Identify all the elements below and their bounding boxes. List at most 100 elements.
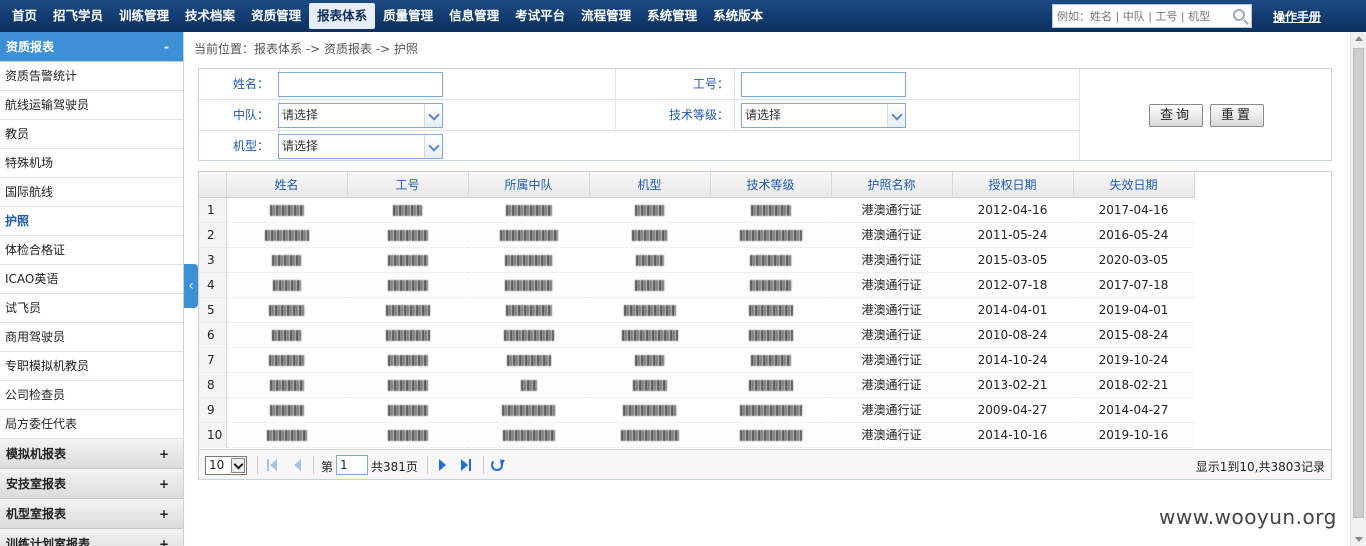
sidebar-collapse-handle[interactable]: ‹ [184, 264, 198, 308]
sidebar-section[interactable]: 模拟机报表 + [0, 439, 183, 469]
sidebar-item[interactable]: 专职模拟机教员 [0, 352, 183, 381]
sidebar-item[interactable]: 护照 [0, 207, 183, 236]
redacted-cell [589, 272, 710, 298]
search-icon[interactable] [1233, 9, 1245, 21]
next-page-icon[interactable] [437, 459, 449, 471]
column-header[interactable]: 所属中队 [468, 172, 590, 198]
column-header[interactable]: 授权日期 [952, 172, 1074, 198]
sidebar-section-qualification[interactable]: 资质报表 - [0, 32, 183, 62]
redaction-mark [635, 254, 664, 266]
nav-item[interactable]: 流程管理 [573, 3, 639, 29]
last-page-icon[interactable] [461, 459, 473, 471]
sidebar-item[interactable]: 航线运输驾驶员 [0, 91, 183, 120]
column-header[interactable]: 技术等级 [710, 172, 832, 198]
query-button[interactable]: 查询 [1149, 104, 1204, 127]
manual-link[interactable]: 操作手册 [1273, 8, 1321, 25]
column-header[interactable]: 姓名 [226, 172, 348, 198]
passport-table: 姓名 工号 所属中队 机型 技术等级 护照名称 授权日期 失效日期 1 港澳通行证 2012-04… [199, 172, 1195, 448]
scroll-down-icon[interactable] [1355, 537, 1363, 542]
sidebar-item[interactable]: 公司检查员 [0, 381, 183, 410]
chevron-down-icon[interactable] [424, 135, 442, 158]
table-row[interactable]: 5 港澳通行证 2014-04-01 2019-04-01 [199, 297, 1194, 323]
row-number: 10 [199, 422, 227, 448]
table-row[interactable]: 10 港澳通行证 2014-10-16 2019-10-16 [199, 422, 1194, 448]
nav-item[interactable]: 资质管理 [243, 3, 309, 29]
column-header[interactable]: 护照名称 [831, 172, 953, 198]
nav-item[interactable]: 招飞学员 [45, 3, 111, 29]
sidebar-item[interactable]: 特殊机场 [0, 149, 183, 178]
table-row[interactable]: 9 港澳通行证 2009-04-27 2014-04-27 [199, 397, 1194, 423]
redacted-cell [468, 322, 589, 348]
column-header[interactable]: 失效日期 [1073, 172, 1195, 198]
prev-page-icon[interactable] [292, 459, 304, 471]
nav-item[interactable]: 技术档案 [177, 3, 243, 29]
sidebar-item[interactable]: 教员 [0, 120, 183, 149]
expand-toggle-icon[interactable]: + [159, 529, 169, 546]
nav-item[interactable]: 系统管理 [639, 3, 705, 29]
reset-button[interactable]: 重置 [1210, 104, 1265, 127]
model-value: 请选择 [282, 139, 319, 153]
nav-item[interactable]: 训练管理 [111, 3, 177, 29]
refresh-icon[interactable] [491, 459, 503, 471]
nav-item[interactable]: 首页 [4, 3, 45, 29]
divider [1079, 69, 1080, 161]
page-size-select[interactable]: 10 [205, 456, 247, 475]
page-number-input[interactable]: 1 [336, 455, 368, 475]
column-header[interactable]: 机型 [589, 172, 711, 198]
nav-item[interactable]: 质量管理 [375, 3, 441, 29]
sidebar-section[interactable]: 训练计划室报表 + [0, 529, 183, 546]
redacted-cell [589, 372, 710, 398]
redacted-cell [226, 372, 347, 398]
table-row[interactable]: 8 港澳通行证 2013-02-21 2018-02-21 [199, 372, 1194, 398]
global-search[interactable] [1052, 4, 1252, 28]
squadron-value: 请选择 [282, 108, 319, 122]
redaction-mark [387, 354, 428, 366]
scrollbar-thumb[interactable] [1353, 48, 1364, 518]
table-row[interactable]: 6 港澳通行证 2010-08-24 2015-08-24 [199, 322, 1194, 348]
redaction-mark [268, 304, 305, 316]
chevron-down-icon[interactable] [887, 104, 905, 127]
collapse-toggle-icon[interactable]: - [164, 32, 169, 62]
table-row[interactable]: 7 港澳通行证 2014-10-24 2019-10-24 [199, 347, 1194, 373]
redaction-mark [750, 204, 791, 216]
table-row[interactable]: 3 港澳通行证 2015-03-05 2020-03-05 [199, 247, 1194, 273]
table-row[interactable]: 2 港澳通行证 2011-05-24 2016-05-24 [199, 222, 1194, 248]
nav-item[interactable]: 信息管理 [441, 3, 507, 29]
table-body: 1 港澳通行证 2012-04-16 2017-04-16 2 港澳通行证 2011-05-… [199, 197, 1194, 448]
search-input[interactable] [1053, 5, 1225, 27]
row-number: 3 [199, 247, 227, 273]
page-scrollbar[interactable] [1350, 32, 1366, 546]
nav-item[interactable]: 报表体系 [309, 3, 376, 29]
sidebar-item[interactable]: 局方委任代表 [0, 410, 183, 439]
squadron-select[interactable]: 请选择 [278, 103, 443, 128]
sidebar-item[interactable]: 资质告警统计 [0, 62, 183, 91]
expand-toggle-icon[interactable]: + [159, 499, 169, 529]
chevron-down-icon[interactable] [424, 104, 442, 127]
nav-item[interactable]: 考试平台 [507, 3, 573, 29]
name-field[interactable] [278, 72, 443, 97]
scroll-up-icon[interactable] [1355, 36, 1363, 41]
first-page-icon[interactable] [267, 459, 279, 471]
sidebar-item[interactable]: 体检合格证 [0, 236, 183, 265]
chevron-down-icon[interactable] [231, 458, 245, 473]
sidebar-item[interactable]: 试飞员 [0, 294, 183, 323]
nav-item[interactable]: 系统版本 [705, 3, 771, 29]
sidebar-item[interactable]: 商用驾驶员 [0, 323, 183, 352]
redaction-mark [504, 254, 553, 266]
sidebar-item-list: 资质告警统计 航线运输驾驶员 教员 特殊机场 国际航线 护照 体检合格证 ICAO英语 试飞员商… [0, 62, 183, 439]
redacted-cell [347, 272, 468, 298]
model-select[interactable]: 请选择 [278, 134, 443, 159]
expand-toggle-icon[interactable]: + [159, 469, 169, 499]
empno-field[interactable] [741, 72, 906, 97]
sidebar-item[interactable]: 国际航线 [0, 178, 183, 207]
sidebar-section[interactable]: 安技室报表 + [0, 469, 183, 499]
expand-toggle-icon[interactable]: + [159, 439, 169, 469]
sidebar-section[interactable]: 机型室报表 + [0, 499, 183, 529]
cell-passport: 港澳通行证 [831, 272, 952, 298]
table-row[interactable]: 4 港澳通行证 2012-07-18 2017-07-18 [199, 272, 1194, 298]
pager-separator [257, 456, 258, 474]
grade-select[interactable]: 请选择 [741, 103, 906, 128]
table-row[interactable]: 1 港澳通行证 2012-04-16 2017-04-16 [199, 197, 1194, 223]
sidebar-item[interactable]: ICAO英语 [0, 265, 183, 294]
column-header[interactable]: 工号 [347, 172, 469, 198]
